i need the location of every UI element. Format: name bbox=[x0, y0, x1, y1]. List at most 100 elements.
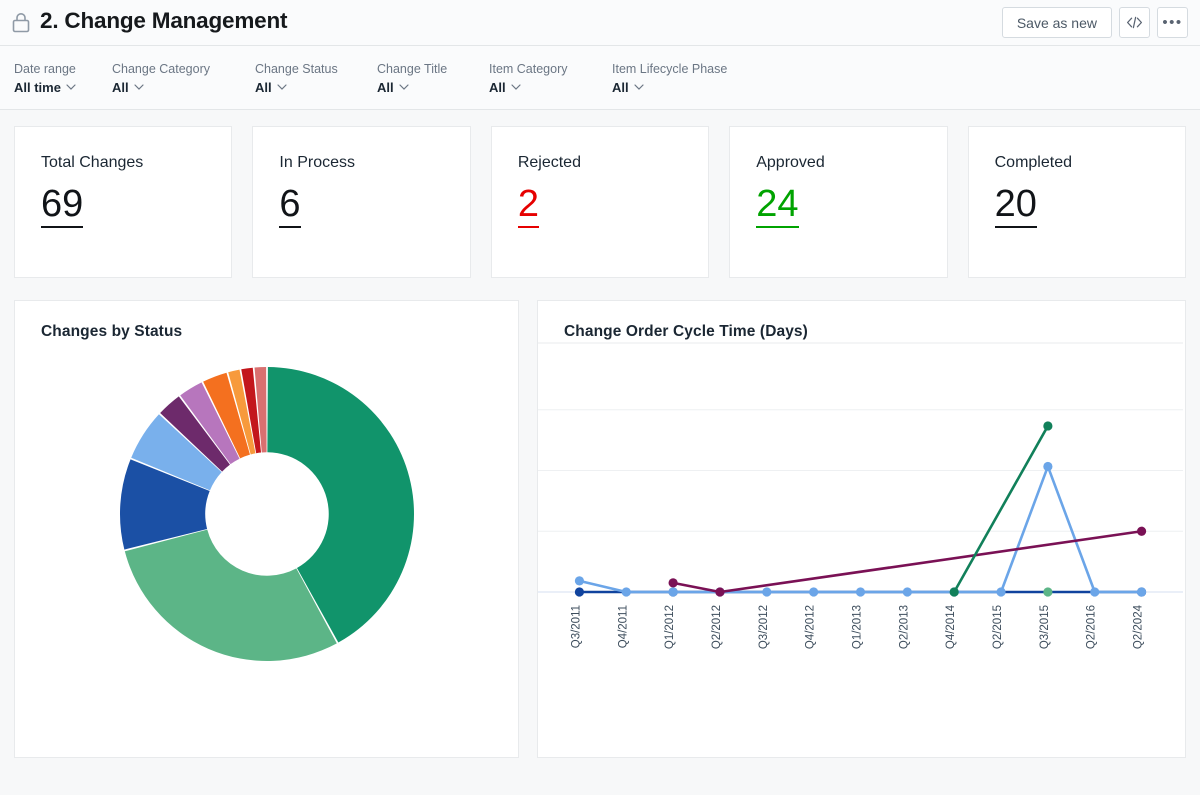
more-options-button[interactable]: ••• bbox=[1157, 7, 1188, 38]
line-chart-wrap: Q3/2011 Q4/2011 Q1/2012 Q2/2012 Q3/2012 Q4/20… bbox=[538, 341, 1185, 741]
data-point[interactable] bbox=[668, 578, 678, 588]
filter-value-text: All bbox=[489, 79, 506, 95]
filter-label: Change Title bbox=[377, 61, 448, 76]
data-point[interactable] bbox=[902, 587, 912, 597]
kpi-card-total-changes[interactable]: Total Changes 69 bbox=[14, 126, 233, 278]
kpi-label: Approved bbox=[756, 154, 825, 171]
kpi-label: Total Changes bbox=[41, 154, 144, 171]
data-point[interactable] bbox=[949, 587, 959, 597]
app-header: 2. Change Management Save as new ••• bbox=[0, 0, 1200, 46]
filter-change-title[interactable]: Change Title All bbox=[377, 61, 489, 95]
chevron-down-icon bbox=[399, 84, 409, 90]
x-axis-tick-label: Q3/2011 bbox=[570, 605, 582, 648]
x-axis-tick-label: Q3/2012 bbox=[758, 605, 770, 649]
data-point[interactable] bbox=[574, 576, 585, 586]
filter-value-text: All bbox=[112, 79, 129, 95]
x-axis-tick-label: Q1/2013 bbox=[852, 605, 864, 649]
data-point[interactable] bbox=[715, 587, 725, 597]
donut-chart[interactable] bbox=[102, 349, 432, 679]
filter-label: Item Category bbox=[489, 61, 568, 76]
chevron-down-icon bbox=[634, 84, 644, 90]
filter-item-category[interactable]: Item Category All bbox=[489, 61, 612, 95]
data-point[interactable] bbox=[621, 587, 631, 597]
kpi-value: 2 bbox=[517, 183, 539, 228]
x-axis-tick-label: Q2/2015 bbox=[992, 605, 1004, 649]
x-axis-tick-label: Q4/2011 bbox=[617, 605, 629, 648]
filter-bar: Date range All time Change Category All … bbox=[0, 46, 1200, 110]
filter-value[interactable]: All bbox=[112, 80, 255, 95]
kpi-value: 69 bbox=[41, 183, 84, 228]
filter-value-text: All bbox=[255, 79, 272, 95]
chart-row: Changes by Status Change Order Cycle Tim… bbox=[0, 278, 1200, 758]
data-point[interactable] bbox=[1136, 587, 1147, 597]
chevron-down-icon bbox=[66, 84, 76, 90]
kpi-label: In Process bbox=[279, 154, 355, 171]
filter-value-text: All bbox=[612, 79, 629, 95]
chevron-down-icon bbox=[511, 84, 521, 90]
x-axis-tick-label: Q2/2013 bbox=[898, 605, 910, 649]
kpi-card-completed[interactable]: Completed 20 bbox=[967, 126, 1187, 278]
data-point[interactable] bbox=[1043, 461, 1053, 472]
filter-value[interactable]: All bbox=[377, 80, 489, 95]
changes-by-status-card: Changes by Status bbox=[14, 300, 519, 758]
data-point[interactable] bbox=[996, 587, 1006, 597]
kpi-value: 6 bbox=[279, 183, 301, 228]
x-axis-tick-label: Q3/2015 bbox=[1039, 605, 1051, 649]
donut-chart-wrap bbox=[15, 349, 518, 679]
data-point[interactable] bbox=[762, 587, 772, 597]
cycle-time-card: Change Order Cycle Time (Days) Q3/2011 Q4… bbox=[537, 300, 1186, 758]
filter-label: Item Lifecycle Phase bbox=[612, 61, 728, 76]
filter-value[interactable]: All time bbox=[14, 80, 112, 95]
filter-label: Change Category bbox=[112, 61, 210, 76]
save-as-new-button[interactable]: Save as new bbox=[1001, 7, 1112, 38]
kpi-label: Completed bbox=[994, 154, 1072, 171]
data-point[interactable] bbox=[1136, 526, 1147, 536]
data-point[interactable] bbox=[574, 587, 585, 597]
x-axis-tick-label: Q2/2012 bbox=[711, 605, 723, 649]
kpi-card-rejected[interactable]: Rejected 2 bbox=[490, 126, 710, 278]
code-brackets-icon bbox=[1126, 16, 1143, 29]
x-axis-tick-label: Q4/2014 bbox=[945, 604, 957, 649]
data-point[interactable] bbox=[809, 587, 819, 597]
data-point[interactable] bbox=[1043, 587, 1053, 597]
filter-value[interactable]: All bbox=[255, 80, 377, 95]
kpi-card-approved[interactable]: Approved 24 bbox=[729, 126, 948, 278]
kpi-label: Rejected bbox=[517, 154, 581, 171]
kpi-value: 20 bbox=[994, 183, 1037, 228]
line-chart[interactable]: Q3/2011 Q4/2011 Q1/2012 Q2/2012 Q3/2012 Q4/20… bbox=[538, 341, 1183, 741]
filter-label: Change Status bbox=[255, 61, 338, 76]
filter-change-status[interactable]: Change Status All bbox=[255, 61, 377, 95]
donut-slice[interactable] bbox=[124, 529, 337, 661]
lock-icon bbox=[10, 11, 32, 35]
kpi-card-in-process[interactable]: In Process 6 bbox=[252, 126, 471, 278]
filter-date-range[interactable]: Date range All time bbox=[14, 61, 112, 95]
changes-by-status-title: Changes by Status bbox=[41, 323, 183, 340]
kpi-value: 24 bbox=[756, 183, 799, 228]
filter-change-category[interactable]: Change Category All bbox=[112, 61, 255, 95]
x-axis-tick-label: Q1/2012 bbox=[664, 605, 676, 649]
x-axis-tick-label: Q2/2016 bbox=[1086, 605, 1098, 649]
data-point[interactable] bbox=[1043, 421, 1053, 431]
x-axis-tick-label: Q2/2024 bbox=[1133, 604, 1145, 649]
filter-item-lifecycle-phase[interactable]: Item Lifecycle Phase All bbox=[612, 61, 727, 95]
embed-code-button[interactable] bbox=[1119, 7, 1150, 38]
line-series[interactable] bbox=[578, 465, 1143, 594]
page-title: 2. Change Management bbox=[40, 8, 288, 34]
chevron-down-icon bbox=[277, 84, 287, 90]
filter-value[interactable]: All bbox=[612, 80, 727, 95]
line-series[interactable] bbox=[671, 529, 1143, 594]
filter-value[interactable]: All bbox=[489, 80, 612, 95]
data-point[interactable] bbox=[1090, 587, 1100, 597]
filter-value-text: All bbox=[377, 79, 394, 95]
data-point[interactable] bbox=[668, 587, 678, 597]
chevron-down-icon bbox=[134, 84, 144, 90]
cycle-time-title: Change Order Cycle Time (Days) bbox=[564, 323, 808, 340]
kpi-card-row: Total Changes 69 In Process 6 Rejected 2… bbox=[0, 110, 1200, 278]
filter-label: Date range bbox=[14, 61, 76, 76]
ellipsis-icon: ••• bbox=[1162, 13, 1183, 31]
filter-value-text: All time bbox=[14, 79, 61, 95]
data-point[interactable] bbox=[855, 587, 866, 597]
line-series[interactable] bbox=[952, 424, 1050, 594]
header-actions: Save as new ••• bbox=[1001, 7, 1188, 38]
x-axis-tick-label: Q4/2012 bbox=[805, 605, 817, 649]
